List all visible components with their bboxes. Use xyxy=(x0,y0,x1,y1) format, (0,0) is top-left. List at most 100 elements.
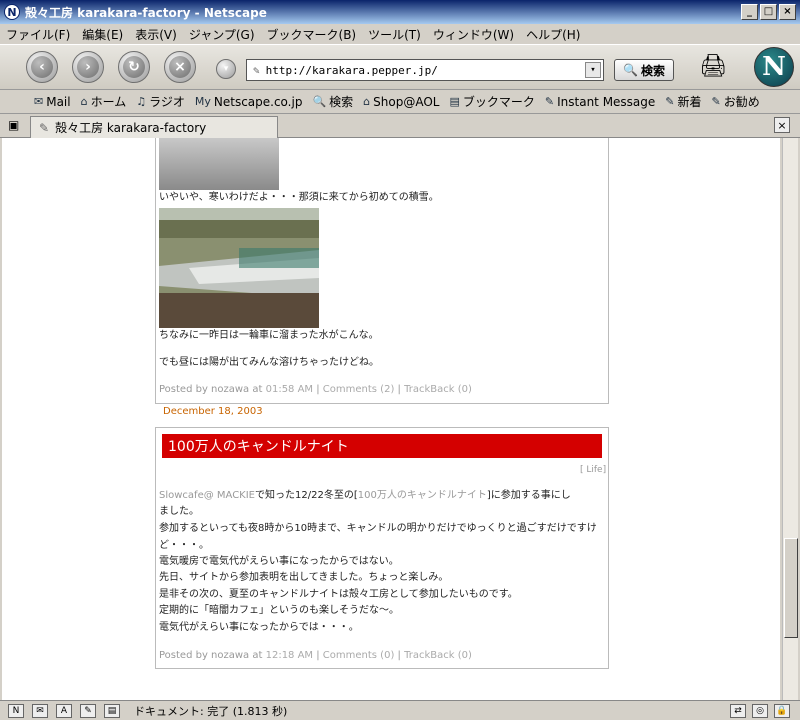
menu-view[interactable]: 表示(V) xyxy=(135,26,177,43)
url-text: http://karakara.pepper.jp/ xyxy=(265,63,438,77)
post2-line0: Slowcafe@ MACKIEで知った12/22冬至の[100万人のキャンドル… xyxy=(159,490,571,501)
forward-arrow-icon: › xyxy=(77,56,99,78)
post2-line6: 是非その次の、夏至のキャンドルナイトは殻々工房として参加したいものです。 xyxy=(159,589,518,600)
post2-line7: 定期的に「暗闇カフェ」というのも楽しそうだな〜。 xyxy=(159,605,399,616)
page-proxy-icon: ✎ xyxy=(253,63,260,77)
menu-bar: ファイル(F) 編集(E) 表示(V) ジャンプ(G) ブックマーク(B) ツー… xyxy=(0,24,800,44)
post2-link-slowcafe[interactable]: Slowcafe@ MACKIE xyxy=(159,490,255,501)
date-header: December 18, 2003 xyxy=(163,406,263,417)
post2-line1: ました。 xyxy=(159,506,199,517)
search-icon: 🔍 xyxy=(623,63,638,77)
post1-line2: ちなみに一昨日は一輪車に溜まった水がこんな。 xyxy=(159,330,379,341)
reload-icon: ↻ xyxy=(123,56,145,78)
post2-line5: 先日、サイトから参加表明を出してきました。ちょっと楽しみ。 xyxy=(159,572,449,583)
new-tab-icon[interactable]: ▣ xyxy=(8,118,24,134)
bookmark-mail[interactable]: ✉ Mail xyxy=(34,95,71,109)
bookmark-new[interactable]: ✎ 新着 xyxy=(665,93,701,110)
post2-line2: 参加するといっても夜8時から10時まで、キャンドルの明かりだけでゆっくりと過ごす… xyxy=(159,523,597,534)
tab-title: 殻々工房 karakara-factory xyxy=(55,121,207,135)
post2-footer: Posted by nozawa at 12:18 AM | Comments … xyxy=(159,650,472,661)
folder-icon: ▤ xyxy=(449,95,460,108)
forward-button[interactable]: › xyxy=(72,51,104,83)
tab-karakara[interactable]: ✎ 殻々工房 karakara-factory xyxy=(30,116,278,138)
bookmark-recommend[interactable]: ✎ お勧め xyxy=(712,93,760,110)
netscape-n-icon: N xyxy=(4,4,20,20)
post2-category-link[interactable]: [ Life] xyxy=(580,462,606,478)
bookmark-icon: ✎ xyxy=(544,95,555,108)
history-dropdown-button[interactable]: ▾ xyxy=(216,59,236,79)
home-icon: ⌂ xyxy=(80,95,88,108)
headphones-icon: ♫ xyxy=(136,95,147,108)
bookmark-instant-message[interactable]: ✎ Instant Message xyxy=(545,95,655,109)
menu-edit[interactable]: 編集(E) xyxy=(82,26,123,43)
post1-line3: でも昼には陽が出てみんな溶けちゃったけどね。 xyxy=(159,357,379,368)
post2-permalink[interactable]: 12:18 AM xyxy=(266,650,313,661)
close-button[interactable]: × xyxy=(779,4,796,20)
post2-comments-link[interactable]: Comments (0) xyxy=(323,650,395,661)
menu-bookmarks[interactable]: ブックマーク(B) xyxy=(267,26,357,43)
post2-line8: 電気代がえらい事になったからでは・・・。 xyxy=(159,622,359,633)
bookmark-netscape[interactable]: My Netscape.co.jp xyxy=(195,95,303,109)
maximize-button[interactable]: □ xyxy=(760,4,777,20)
post1-trackback-link[interactable]: TrackBack (0) xyxy=(404,384,472,395)
online-status-icon[interactable]: ⇄ xyxy=(730,703,746,718)
menu-file[interactable]: ファイル(F) xyxy=(6,26,70,43)
search-button[interactable]: 🔍 検索 xyxy=(614,59,674,81)
snow-photo xyxy=(159,138,279,190)
window-titlebar: N 殻々工房 karakara-factory - Netscape _ □ × xyxy=(0,0,800,24)
menu-tools[interactable]: ツール(T) xyxy=(368,26,421,43)
bookmark-icon: ✎ xyxy=(711,95,721,108)
menu-go[interactable]: ジャンプ(G) xyxy=(189,26,255,43)
post2-line4: 電気暖房で電気代がえらい事になったからではない。 xyxy=(159,556,399,567)
close-tab-button[interactable]: × xyxy=(774,117,790,133)
back-arrow-icon: ‹ xyxy=(31,56,53,78)
status-text: ドキュメント: 完了 (1.813 秒) xyxy=(134,704,288,718)
url-bar[interactable]: ✎ http://karakara.pepper.jp/ ▾ xyxy=(246,59,604,81)
menu-window[interactable]: ウィンドウ(W) xyxy=(433,26,514,43)
post2-title: 100万人のキャンドルナイト xyxy=(162,434,602,458)
mail-icon[interactable]: ✉ xyxy=(32,703,48,718)
post1-permalink[interactable]: 01:58 AM xyxy=(266,384,313,395)
aim-icon[interactable]: A xyxy=(56,703,72,718)
bookmark-folder[interactable]: ▤ ブックマーク xyxy=(449,93,534,110)
post1-line1: いやいや、寒いわけだよ・・・那須に来てから初めての積雪。 xyxy=(159,192,439,203)
post2-trackback-link[interactable]: TrackBack (0) xyxy=(404,650,472,661)
minimize-button[interactable]: _ xyxy=(741,4,758,20)
bookmark-search[interactable]: 🔍 検索 xyxy=(312,93,353,110)
mail-icon: ✉ xyxy=(34,95,44,108)
stop-x-icon: × xyxy=(169,56,191,78)
shop-icon: ⌂ xyxy=(363,95,371,108)
url-dropdown-icon[interactable]: ▾ xyxy=(585,62,601,78)
post1-footer: Posted by nozawa at 01:58 AM | Comments … xyxy=(159,384,472,395)
my-netscape-icon: My xyxy=(194,95,211,108)
post1-comments-link[interactable]: Comments (2) xyxy=(323,384,395,395)
navigation-toolbar: ‹ › ↻ × ▾ ✎ http://karakara.pepper.jp/ ▾… xyxy=(0,44,800,90)
post2-line3: ど・・・。 xyxy=(159,540,209,551)
netscape-n-icon[interactable]: N xyxy=(8,703,24,718)
stop-button[interactable]: × xyxy=(164,51,196,83)
tab-bar: ▣ ✎ 殻々工房 karakara-factory × xyxy=(0,114,800,138)
bookmark-radio[interactable]: ♫ ラジオ xyxy=(136,93,185,110)
search-icon: 🔍 xyxy=(312,95,327,108)
window-title: 殻々工房 karakara-factory - Netscape xyxy=(25,5,267,20)
search-button-label: 検索 xyxy=(640,63,665,78)
bookmark-shop[interactable]: ⌂ Shop@AOL xyxy=(363,95,439,109)
bookmark-icon: ✎ xyxy=(665,95,675,108)
vertical-scrollbar[interactable] xyxy=(782,138,798,700)
page-content: いやいや、寒いわけだよ・・・那須に来てから初めての積雪。 ちなみに一昨日は一輪車… xyxy=(2,138,780,700)
personal-toolbar: ✉ Mail ⌂ ホーム ♫ ラジオ My Netscape.co.jp 🔍 検索 ⌂ Sh… xyxy=(0,90,800,114)
reload-button[interactable]: ↻ xyxy=(118,51,150,83)
scrollbar-thumb[interactable] xyxy=(784,538,798,638)
wheelbarrow-photo xyxy=(159,208,319,328)
menu-help[interactable]: ヘルプ(H) xyxy=(526,26,580,43)
print-icon[interactable]: 🖨 xyxy=(698,51,728,81)
compose-icon[interactable]: ✎ xyxy=(80,703,96,718)
status-bar: N ✉ A ✎ ▤ ドキュメント: 完了 (1.813 秒) ⇄ ◎ 🔒 xyxy=(0,700,800,720)
bookmark-home[interactable]: ⌂ ホーム xyxy=(81,93,127,110)
address-book-icon[interactable]: ▤ xyxy=(104,703,120,718)
post2-link-candlenight[interactable]: 100万人のキャンドルナイト xyxy=(358,490,487,501)
popup-blocker-icon[interactable]: ◎ xyxy=(752,703,768,718)
security-lock-icon[interactable]: 🔒 xyxy=(774,703,790,718)
netscape-logo[interactable]: N xyxy=(754,47,794,87)
back-button[interactable]: ‹ xyxy=(26,51,58,83)
